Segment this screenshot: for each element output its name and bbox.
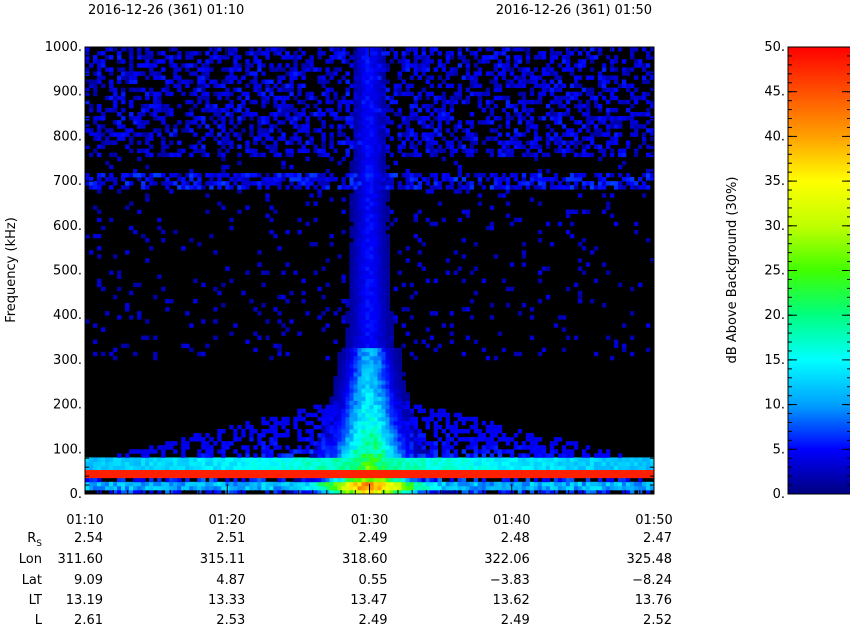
ephemeris-label: Lon	[19, 552, 42, 567]
ephemeris-value: −3.83	[490, 573, 530, 588]
y-tick-label: 400.	[53, 308, 82, 323]
y-tick-label: 200.	[53, 398, 82, 413]
ephemeris-value: 318.60	[342, 552, 388, 567]
ephemeris-value: 2.47	[643, 531, 672, 546]
title-left: 2016-12-26 (361) 01:10	[88, 3, 244, 18]
ephemeris-value: 315.11	[200, 552, 246, 567]
colorbar-tick-label: 10.	[764, 398, 785, 413]
ephemeris-value: −8.24	[632, 573, 672, 588]
x-tick-label: 01:50	[635, 513, 672, 528]
ephemeris-label: L	[35, 613, 43, 628]
colorbar-tick-label: 15.	[764, 353, 785, 368]
y-tick-label: 700.	[53, 174, 82, 189]
y-tick-label: 0.	[70, 487, 82, 502]
ephemeris-label: LT	[29, 593, 42, 608]
ephemeris-value: 2.61	[74, 613, 103, 628]
ephemeris-value: 13.62	[493, 593, 530, 608]
colorbar-tick-label: 45.	[764, 85, 785, 100]
y-tick-label: 1000.	[45, 40, 82, 55]
colorbar-tick-label: 40.	[764, 129, 785, 144]
ephemeris-value: 322.06	[484, 552, 530, 567]
colorbar-tick-label: 5.	[773, 442, 785, 457]
colorbar-tick-label: 50.	[764, 40, 785, 55]
ephemeris-value: 2.49	[359, 613, 388, 628]
ephemeris-value: 4.87	[216, 573, 245, 588]
x-tick-label: 01:30	[351, 513, 388, 528]
spectrogram-chart: 2016-12-26 (361) 01:10 2016-12-26 (361) …	[4, 3, 850, 628]
ephemeris-value: 13.76	[635, 593, 672, 608]
ephemeris-value: 2.48	[501, 531, 530, 546]
ephemeris-table: RS 2.54 2.51 2.49 2.48 2.47 Lon 311.60 315.11 318…	[19, 531, 672, 628]
title-right: 2016-12-26 (361) 01:50	[496, 3, 652, 18]
colorbar-tick-label: 35.	[764, 174, 785, 189]
y-axis-label: Frequency (kHz)	[4, 217, 19, 323]
y-tick-label: 100.	[53, 442, 82, 457]
ephemeris-value: 311.60	[58, 552, 104, 567]
y-tick-label: 600.	[53, 219, 82, 234]
ephemeris-value: 2.49	[359, 531, 388, 546]
ephemeris-value: 2.52	[643, 613, 672, 628]
ephemeris-value: 2.53	[216, 613, 245, 628]
y-tick-label: 800.	[53, 129, 82, 144]
y-tick-label: 500.	[53, 264, 82, 279]
x-tick-labels: 01:10 01:20 01:30 01:40 01:50	[66, 513, 672, 528]
ephemeris-value: 9.09	[74, 573, 103, 588]
y-tick-label: 300.	[53, 353, 82, 368]
colorbar-tick-label: 0.	[773, 487, 785, 502]
x-tick-label: 01:20	[209, 513, 246, 528]
ephemeris-value: 13.33	[208, 593, 245, 608]
colorbar-tick-label: 30.	[764, 219, 785, 234]
colorbar-label: dB Above Background (30%)	[725, 177, 740, 364]
colorbar-tick-label: 20.	[764, 308, 785, 323]
y-tick-labels: 0. 100. 200. 300. 400. 500. 600. 700. 800. 900. 10…	[45, 40, 82, 502]
ephemeris-value: 2.54	[74, 531, 103, 546]
ephemeris-value: 13.19	[66, 593, 103, 608]
x-tick-label: 01:40	[493, 513, 530, 528]
colorbar	[788, 47, 850, 494]
ephemeris-label: Lat	[22, 573, 42, 588]
x-tick-label: 01:10	[66, 513, 103, 528]
colorbar-tick-label: 25.	[764, 264, 785, 279]
y-tick-label: 900.	[53, 85, 82, 100]
ephemeris-value: 0.55	[359, 573, 388, 588]
ephemeris-value: 325.48	[627, 552, 673, 567]
ephemeris-value: 13.47	[350, 593, 387, 608]
ephemeris-label: RS	[27, 531, 42, 549]
ephemeris-value: 2.51	[216, 531, 245, 546]
ephemeris-value: 2.49	[501, 613, 530, 628]
